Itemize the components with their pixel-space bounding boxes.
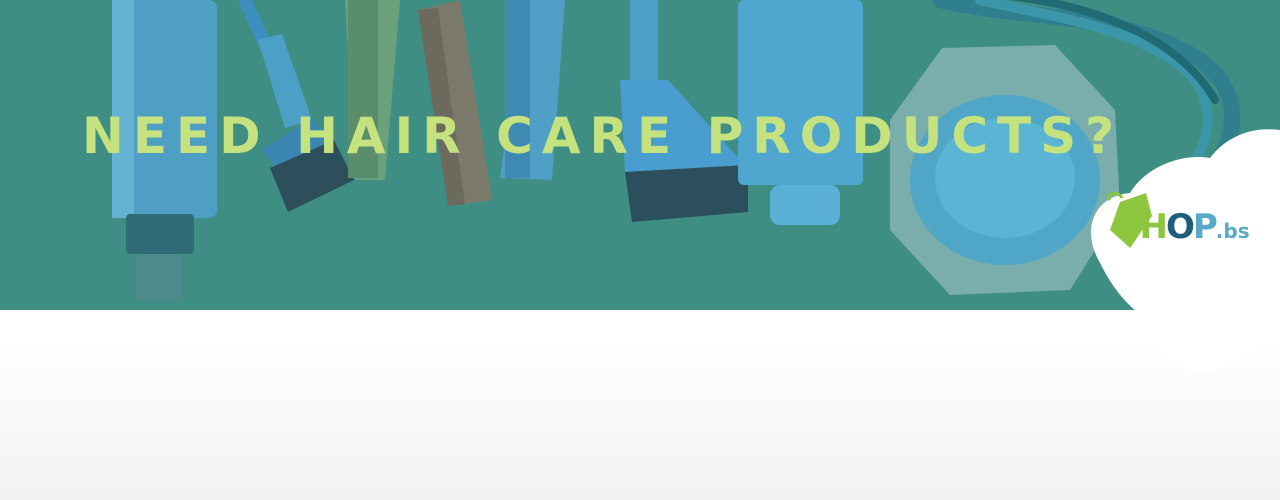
shop-bs-logo[interactable]: SHOP.bs <box>1100 188 1280 268</box>
logo-letter-p: P <box>1192 207 1218 247</box>
logo-suffix: .bs <box>1215 219 1250 243</box>
comb-icon <box>418 0 492 206</box>
logo-letter-s: S <box>1117 207 1141 247</box>
logo-letter-o: O <box>1165 207 1195 247</box>
banner-headline: NEED HAIR CARE PRODUCTS? <box>82 107 1124 165</box>
logo-letter-h: H <box>1139 207 1169 247</box>
